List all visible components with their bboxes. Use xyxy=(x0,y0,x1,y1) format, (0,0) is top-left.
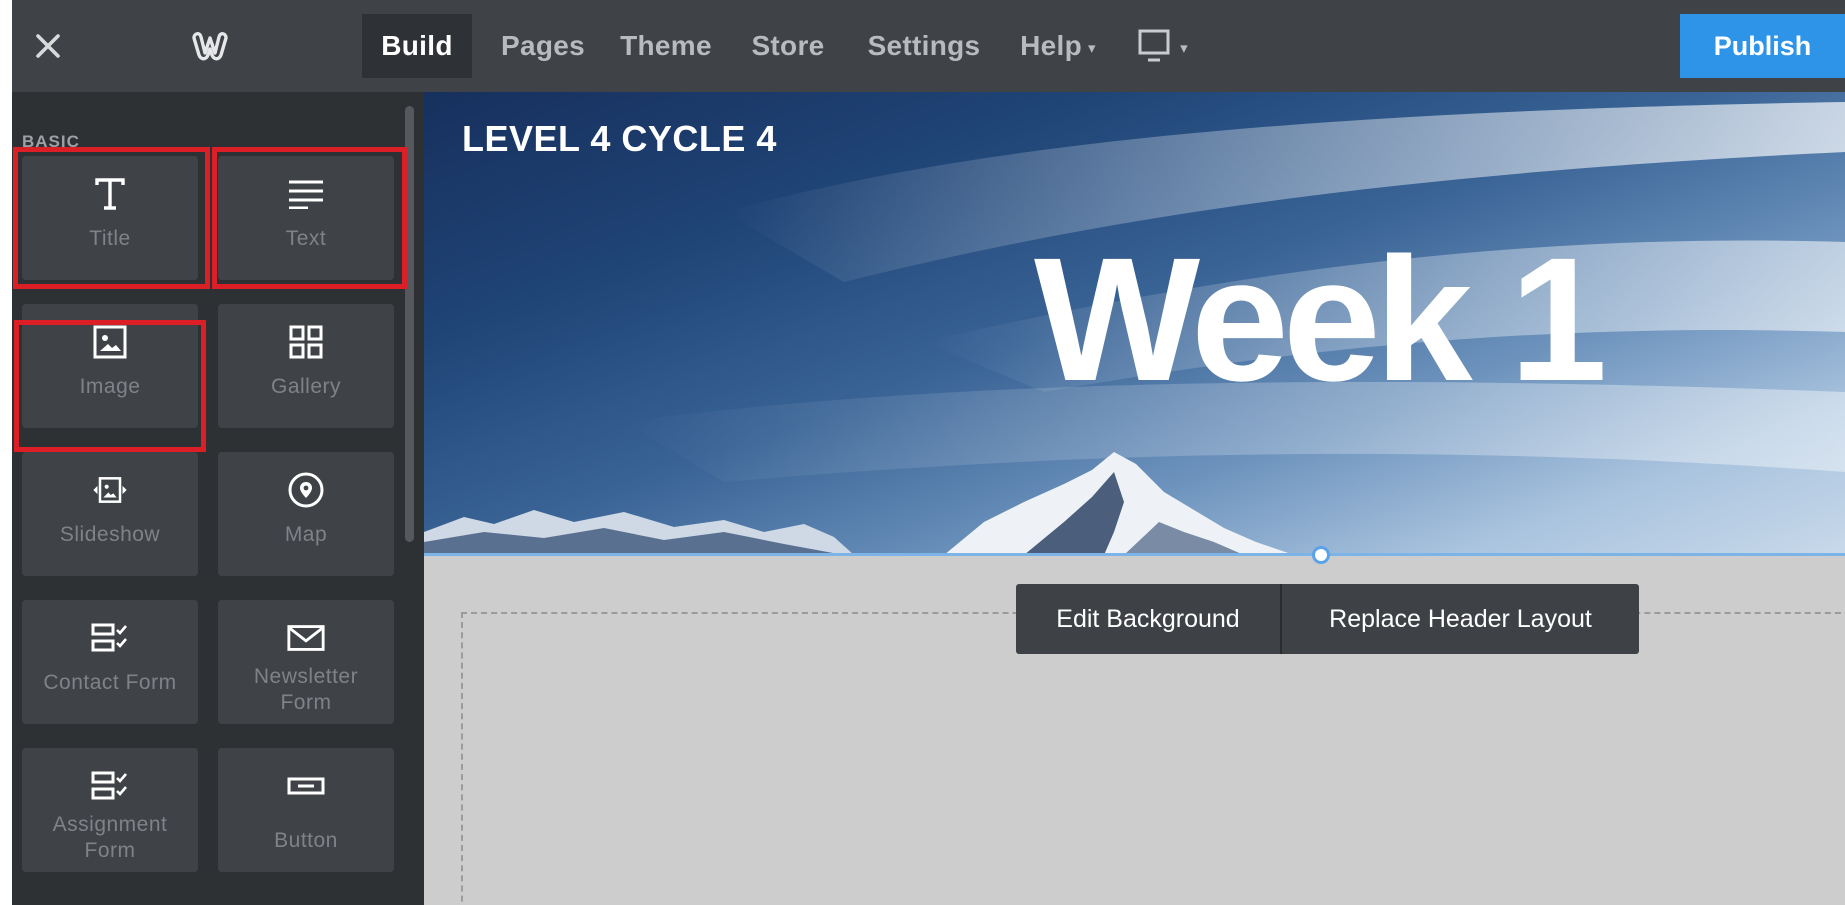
envelope-icon xyxy=(286,618,326,658)
weebly-editor: Build Pages Theme Store Settings Help ▾ ▾… xyxy=(12,0,1845,905)
element-label: Assignment Form xyxy=(53,812,168,864)
text-icon xyxy=(286,174,326,214)
tab-help[interactable]: Help ▾ xyxy=(1004,14,1112,78)
tab-store[interactable]: Store xyxy=(738,14,838,78)
section-divider xyxy=(424,553,1845,556)
element-label: Button xyxy=(274,829,338,852)
element-text[interactable]: Text xyxy=(218,156,394,280)
elements-sidebar: BASIC Title Text Image Gallery Slideshow… xyxy=(12,92,424,905)
element-image[interactable]: Image xyxy=(22,304,198,428)
chevron-down-icon: ▾ xyxy=(1088,39,1096,57)
element-slideshow[interactable]: Slideshow xyxy=(22,452,198,576)
element-map[interactable]: Map xyxy=(218,452,394,576)
tab-theme[interactable]: Theme xyxy=(606,14,726,78)
top-toolbar: Build Pages Theme Store Settings Help ▾ ▾… xyxy=(12,0,1845,92)
header-headline[interactable]: Week 1 xyxy=(1034,232,1607,408)
sidebar-scrollbar[interactable] xyxy=(405,106,414,542)
page-canvas: LEVEL 4 CYCLE 4 Week 1 Edit Background R… xyxy=(424,92,1845,905)
close-icon[interactable] xyxy=(26,22,70,70)
gallery-icon xyxy=(286,322,326,362)
device-preview-toggle[interactable]: ▾ xyxy=(1128,14,1198,78)
element-title[interactable]: Title xyxy=(22,156,198,280)
label-line: Form xyxy=(280,691,332,714)
assignment-form-icon xyxy=(90,766,130,806)
publish-button[interactable]: Publish xyxy=(1680,14,1845,78)
element-label: Title xyxy=(89,227,131,250)
image-icon xyxy=(90,322,130,362)
label-line: Form xyxy=(84,839,136,862)
element-label: Gallery xyxy=(270,375,342,398)
tab-settings[interactable]: Settings xyxy=(854,14,994,78)
site-title[interactable]: LEVEL 4 CYCLE 4 xyxy=(462,118,777,160)
weebly-logo-icon[interactable] xyxy=(180,24,240,68)
element-label: Text xyxy=(285,227,327,250)
element-label: Contact Form xyxy=(43,671,177,694)
title-icon xyxy=(90,174,130,214)
button-icon xyxy=(286,766,326,806)
section-handle[interactable] xyxy=(1312,546,1330,564)
element-label: Newsletter Form xyxy=(254,664,358,716)
element-gallery[interactable]: Gallery xyxy=(218,304,394,428)
header-section[interactable]: LEVEL 4 CYCLE 4 Week 1 xyxy=(424,92,1845,555)
element-contact-form[interactable]: Contact Form xyxy=(22,600,198,724)
replace-header-layout-button[interactable]: Replace Header Layout xyxy=(1282,584,1639,654)
label-line: Assignment xyxy=(52,813,168,836)
slideshow-icon xyxy=(90,470,130,510)
desktop-device-icon xyxy=(1138,29,1170,62)
sidebar-section-heading: BASIC xyxy=(22,132,80,151)
element-assignment-form[interactable]: Assignment Form xyxy=(22,748,198,872)
content-drop-zone[interactable] xyxy=(461,612,1845,905)
edit-background-button[interactable]: Edit Background xyxy=(1016,584,1280,654)
header-options-popover: Edit Background Replace Header Layout xyxy=(1016,584,1639,654)
map-pin-icon xyxy=(286,470,326,510)
tab-build[interactable]: Build xyxy=(362,14,472,78)
element-button[interactable]: Button xyxy=(218,748,394,872)
contact-form-icon xyxy=(90,618,130,658)
element-label: Image xyxy=(79,375,141,398)
element-label: Map xyxy=(284,523,328,546)
element-label: Slideshow xyxy=(59,523,161,546)
tab-pages[interactable]: Pages xyxy=(488,14,598,78)
label-line: Newsletter xyxy=(253,665,359,688)
element-newsletter-form[interactable]: Newsletter Form xyxy=(218,600,394,724)
chevron-down-icon: ▾ xyxy=(1180,39,1188,57)
